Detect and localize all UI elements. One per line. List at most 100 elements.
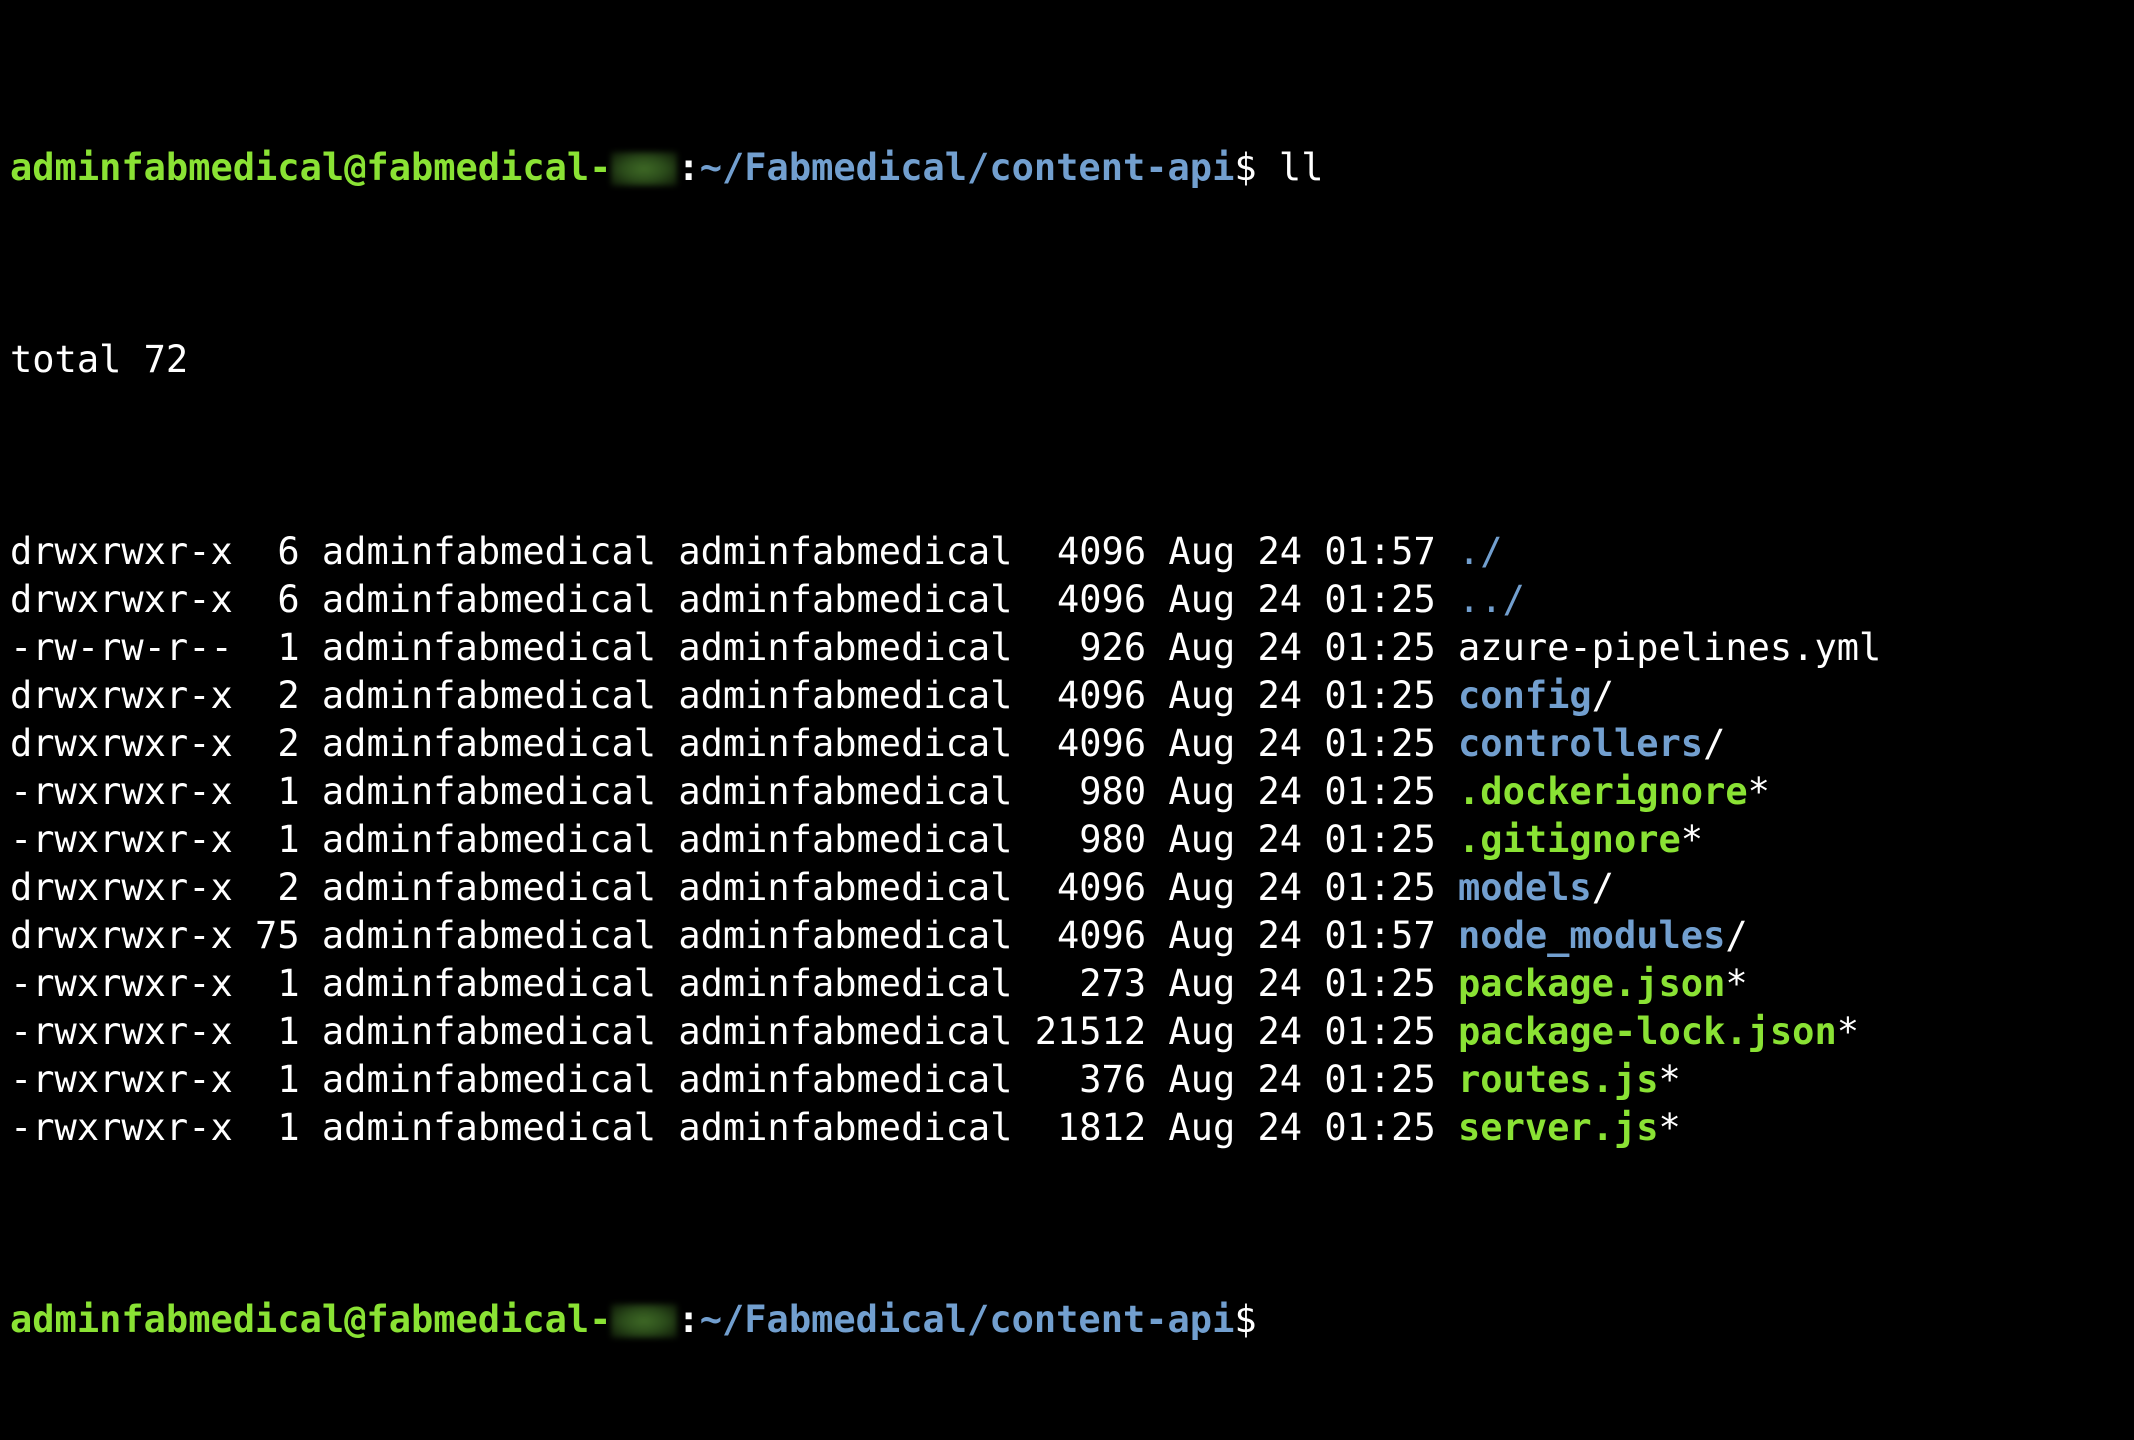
listing-perms: -rwxrwxr-x xyxy=(10,1106,233,1149)
prompt-user-host: adminfabmedical@fabmedical- xyxy=(10,1298,612,1341)
listing-time: 01:25 xyxy=(1324,1058,1436,1101)
listing-owner: adminfabmedical xyxy=(321,626,657,669)
listing-row: -rwxrwxr-x 1 adminfabmedical adminfabmed… xyxy=(10,960,2130,1008)
listing-row: -rwxrwxr-x 1 adminfabmedical adminfabmed… xyxy=(10,1008,2130,1056)
listing-row: -rw-rw-r-- 1 adminfabmedical adminfabmed… xyxy=(10,624,2130,672)
listing-time: 01:25 xyxy=(1324,626,1436,669)
listing-month: Aug xyxy=(1168,530,1236,573)
listing-month: Aug xyxy=(1168,914,1236,957)
listing-row: drwxrwxr-x 75 adminfabmedical adminfabme… xyxy=(10,912,2130,960)
prompt-separator: : xyxy=(677,146,700,189)
listing-row: -rwxrwxr-x 1 adminfabmedical adminfabmed… xyxy=(10,768,2130,816)
listing-time: 01:25 xyxy=(1324,866,1436,909)
listing-perms: drwxrwxr-x xyxy=(10,866,233,909)
terminal-window[interactable]: adminfabmedical@fabmedical-:~/Fabmedical… xyxy=(10,0,2130,1341)
listing-row: -rwxrwxr-x 1 adminfabmedical adminfabmed… xyxy=(10,1056,2130,1104)
listing-owner: adminfabmedical xyxy=(321,1106,657,1149)
listing-perms: -rwxrwxr-x xyxy=(10,1058,233,1101)
active-prompt-line[interactable]: adminfabmedical@fabmedical-:~/Fabmedical… xyxy=(10,1296,2130,1344)
listing-group: adminfabmedical xyxy=(678,1106,1013,1149)
listing-size: 926 xyxy=(1034,626,1147,669)
listing-day: 24 xyxy=(1257,914,1303,957)
listing-owner: adminfabmedical xyxy=(321,578,657,621)
listing-month: Aug xyxy=(1168,770,1236,813)
listing-day: 24 xyxy=(1257,1058,1303,1101)
listing-day: 24 xyxy=(1257,1106,1303,1149)
listing-time: 01:25 xyxy=(1324,674,1436,717)
listing-time: 01:25 xyxy=(1324,1010,1436,1053)
listing-month: Aug xyxy=(1168,1010,1236,1053)
listing-day: 24 xyxy=(1257,1010,1303,1053)
prompt-path: ~/Fabmedical/content-api xyxy=(699,1298,1235,1341)
prompt-path: ~/Fabmedical/content-api xyxy=(699,146,1235,189)
listing-links: 1 xyxy=(255,818,300,861)
prompt-dollar: $ xyxy=(1234,1298,1257,1341)
listing-filename: server.js xyxy=(1458,1106,1659,1149)
listing-month: Aug xyxy=(1168,626,1236,669)
listing-time: 01:25 xyxy=(1324,1106,1436,1149)
file-listing: drwxrwxr-x 6 adminfabmedical adminfabmed… xyxy=(10,528,2130,1152)
listing-size: 376 xyxy=(1034,1058,1147,1101)
listing-time: 01:57 xyxy=(1324,530,1436,573)
total-line: total 72 xyxy=(10,338,189,381)
listing-perms: drwxrwxr-x xyxy=(10,722,233,765)
listing-type-suffix: / xyxy=(1591,866,1614,909)
listing-time: 01:25 xyxy=(1324,818,1436,861)
listing-filename: ../ xyxy=(1458,578,1525,621)
listing-day: 24 xyxy=(1257,674,1303,717)
listing-size: 273 xyxy=(1034,962,1147,1005)
listing-perms: drwxrwxr-x xyxy=(10,530,233,573)
listing-row: drwxrwxr-x 2 adminfabmedical adminfabmed… xyxy=(10,720,2130,768)
listing-type-suffix: * xyxy=(1658,1106,1681,1149)
listing-type-suffix: * xyxy=(1658,1058,1681,1101)
listing-size: 4096 xyxy=(1034,722,1147,765)
listing-links: 1 xyxy=(255,1010,300,1053)
listing-perms: -rwxrwxr-x xyxy=(10,818,233,861)
listing-group: adminfabmedical xyxy=(678,530,1013,573)
listing-row: drwxrwxr-x 2 adminfabmedical adminfabmed… xyxy=(10,864,2130,912)
listing-day: 24 xyxy=(1257,722,1303,765)
listing-links: 1 xyxy=(255,770,300,813)
listing-type-suffix: * xyxy=(1725,962,1748,1005)
listing-size: 4096 xyxy=(1034,674,1147,717)
listing-row: drwxrwxr-x 6 adminfabmedical adminfabmed… xyxy=(10,576,2130,624)
command-line: adminfabmedical@fabmedical-:~/Fabmedical… xyxy=(10,144,2130,192)
listing-time: 01:25 xyxy=(1324,770,1436,813)
redacted-hostname xyxy=(611,152,678,186)
listing-filename: .gitignore xyxy=(1458,818,1681,861)
listing-month: Aug xyxy=(1168,866,1236,909)
listing-group: adminfabmedical xyxy=(678,578,1013,621)
listing-links: 6 xyxy=(255,578,300,621)
listing-size: 4096 xyxy=(1034,914,1147,957)
listing-owner: adminfabmedical xyxy=(321,1058,657,1101)
listing-size: 980 xyxy=(1034,818,1147,861)
listing-perms: -rwxrwxr-x xyxy=(10,962,233,1005)
listing-perms: -rwxrwxr-x xyxy=(10,1010,233,1053)
listing-month: Aug xyxy=(1168,818,1236,861)
prompt-user-host: adminfabmedical@fabmedical- xyxy=(10,146,612,189)
listing-row: -rwxrwxr-x 1 adminfabmedical adminfabmed… xyxy=(10,816,2130,864)
listing-group: adminfabmedical xyxy=(678,674,1013,717)
listing-time: 01:25 xyxy=(1324,722,1436,765)
listing-filename: package.json xyxy=(1458,962,1726,1005)
listing-type-suffix: * xyxy=(1747,770,1770,813)
listing-owner: adminfabmedical xyxy=(321,674,657,717)
listing-perms: -rw-rw-r-- xyxy=(10,626,233,669)
redacted-hostname xyxy=(611,1304,678,1338)
listing-links: 75 xyxy=(255,914,300,957)
listing-month: Aug xyxy=(1168,578,1236,621)
listing-owner: adminfabmedical xyxy=(321,1010,657,1053)
listing-group: adminfabmedical xyxy=(678,818,1013,861)
listing-links: 1 xyxy=(255,1106,300,1149)
listing-filename: package-lock.json xyxy=(1458,1010,1837,1053)
listing-filename: controllers xyxy=(1458,722,1704,765)
listing-group: adminfabmedical xyxy=(678,866,1013,909)
listing-group: adminfabmedical xyxy=(678,1058,1013,1101)
listing-type-suffix: / xyxy=(1725,914,1748,957)
command-text: ll xyxy=(1256,146,1324,189)
listing-links: 1 xyxy=(255,962,300,1005)
listing-time: 01:25 xyxy=(1324,578,1436,621)
listing-perms: drwxrwxr-x xyxy=(10,674,233,717)
listing-day: 24 xyxy=(1257,818,1303,861)
listing-links: 2 xyxy=(255,722,300,765)
